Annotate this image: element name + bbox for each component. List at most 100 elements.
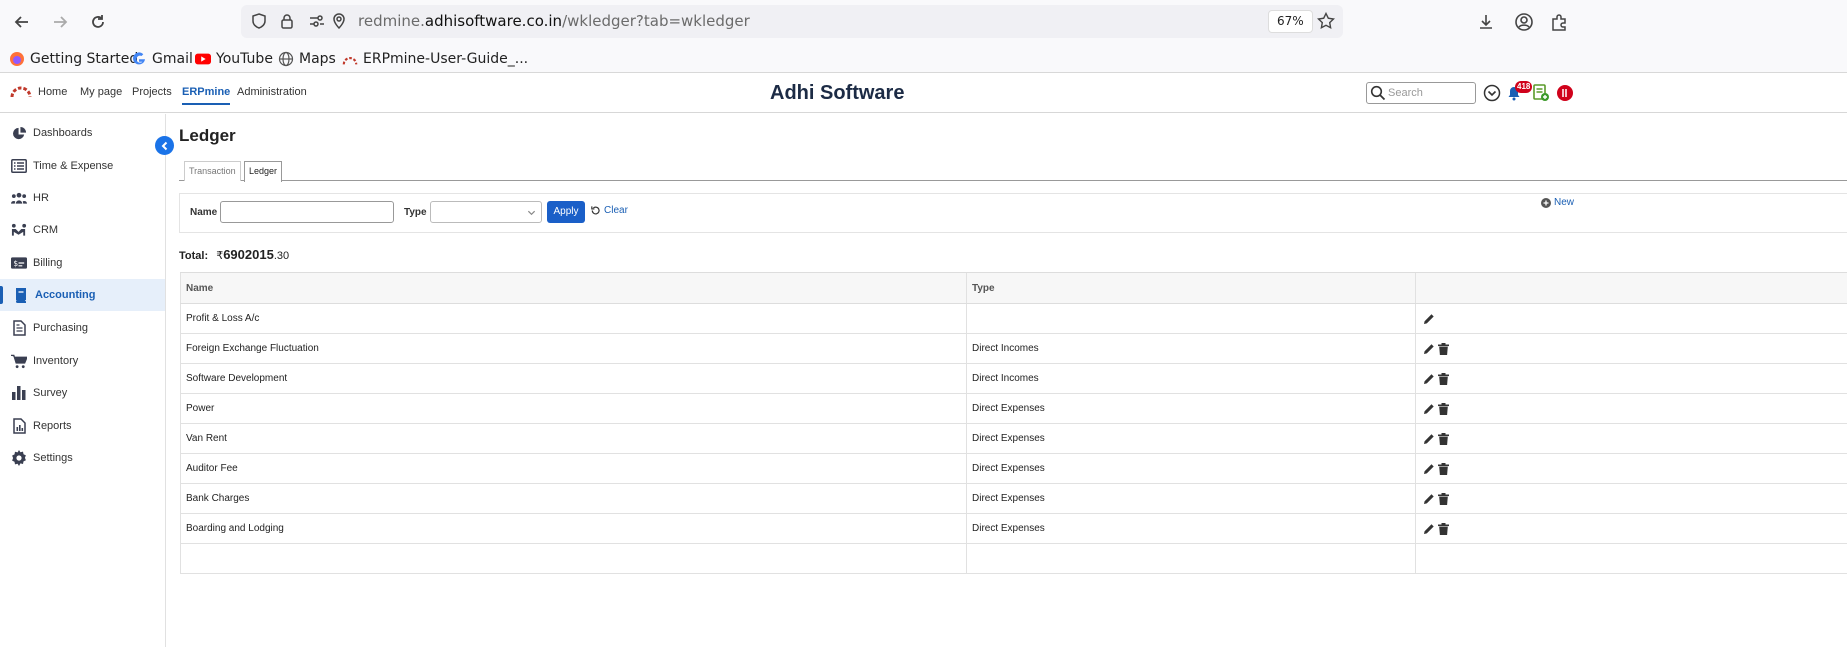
table-row — [180, 544, 1847, 574]
search-input[interactable] — [1388, 85, 1473, 101]
table-row: Software Development Direct Incomes — [180, 364, 1847, 394]
address-bar[interactable]: redmine.adhisoftware.co.in/wkledger?tab=… — [241, 5, 1343, 38]
sidebar-item-survey[interactable]: Survey — [0, 377, 165, 409]
total-amount: 6902015 — [223, 247, 274, 262]
cell-name: Power — [180, 394, 967, 423]
edit-icon[interactable] — [1422, 312, 1435, 325]
bookmark-youtube[interactable]: YouTube — [195, 49, 273, 69]
youtube-icon — [195, 51, 211, 67]
forward-icon[interactable] — [46, 8, 74, 36]
bookmark-gmail[interactable]: Gmail — [131, 49, 193, 69]
nav-administration[interactable]: Administration — [237, 86, 307, 98]
delete-icon[interactable] — [1437, 342, 1450, 355]
table-row: Auditor Fee Direct Expenses — [180, 454, 1847, 484]
edit-icon[interactable] — [1422, 342, 1435, 355]
edit-icon[interactable] — [1422, 402, 1435, 415]
name-filter-label: Name — [190, 207, 218, 218]
cell-actions — [1416, 544, 1847, 573]
new-ledger-link[interactable]: New — [1541, 197, 1574, 208]
extensions-icon[interactable] — [1548, 11, 1570, 33]
edit-icon[interactable] — [1422, 492, 1435, 505]
cell-name: Van Rent — [180, 424, 967, 453]
tab-transaction[interactable]: Transaction — [184, 161, 241, 181]
globe-icon — [278, 51, 294, 67]
download-icon[interactable] — [1475, 11, 1497, 33]
tab-bar: Transaction Ledger — [179, 160, 1847, 182]
nav-projects[interactable]: Projects — [132, 86, 172, 98]
bookmark-getting-started[interactable]: Getting Started — [9, 49, 138, 69]
cell-name: Software Development — [180, 364, 967, 393]
sidebar-item-time-expense[interactable]: Time & Expense — [0, 150, 165, 182]
apply-button[interactable]: Apply — [547, 201, 585, 223]
reload-icon — [591, 206, 600, 215]
chevron-down-circle-icon[interactable] — [1481, 82, 1503, 104]
bookmark-maps[interactable]: Maps — [278, 49, 336, 69]
ledger-table: Name Type Profit & Loss A/c Foreign Excha… — [180, 272, 1847, 574]
bookmark-star-icon[interactable] — [1317, 12, 1335, 30]
nav-my-page[interactable]: My page — [80, 86, 122, 98]
cart-icon — [11, 353, 27, 369]
sidebar-item-inventory[interactable]: Inventory — [0, 345, 165, 377]
back-icon[interactable] — [8, 8, 36, 36]
bookmarks-bar: Getting Started Gmail YouTube Maps ERPmi… — [0, 44, 1847, 73]
sidebar-item-crm[interactable]: CRM — [0, 214, 165, 246]
permissions-icon[interactable] — [308, 12, 326, 30]
cell-name: Foreign Exchange Fluctuation — [180, 334, 967, 363]
cell-type: Direct Expenses — [967, 514, 1416, 543]
nav-home[interactable]: Home — [38, 86, 67, 98]
sidebar-item-hr[interactable]: HR — [0, 182, 165, 214]
sidebar-item-dashboards[interactable]: Dashboards — [0, 117, 165, 149]
shield-icon[interactable] — [250, 12, 268, 30]
bar-chart-icon — [11, 385, 27, 401]
chevron-down-icon — [527, 210, 536, 216]
erpmine-logo-icon[interactable] — [10, 84, 32, 103]
reload-icon[interactable] — [84, 8, 112, 36]
sidebar-item-billing[interactable]: $ Billing — [0, 247, 165, 279]
nav-erpmine[interactable]: ERPmine — [182, 86, 231, 105]
url-text[interactable]: redmine.adhisoftware.co.in/wkledger?tab=… — [358, 12, 750, 30]
cell-name: Bank Charges — [180, 484, 967, 513]
clear-link[interactable]: Clear — [590, 205, 628, 216]
handshake-icon — [11, 222, 27, 238]
account-icon[interactable] — [1513, 11, 1535, 33]
cell-type: Direct Incomes — [967, 334, 1416, 363]
edit-icon[interactable] — [1422, 432, 1435, 445]
zoom-level-badge[interactable]: 67% — [1268, 10, 1313, 33]
cell-type: Direct Expenses — [967, 424, 1416, 453]
sidebar-item-accounting[interactable]: Accounting — [0, 279, 165, 311]
sidebar: Dashboards Time & Expense HR CRM $ Billi… — [0, 114, 166, 647]
timesheet-add-icon[interactable] — [1530, 82, 1552, 104]
sidebar-item-reports[interactable]: Reports — [0, 410, 165, 442]
name-filter-input[interactable] — [220, 201, 394, 223]
column-header-type[interactable]: Type — [967, 273, 1416, 303]
type-filter-label: Type — [404, 207, 427, 218]
table-row: Profit & Loss A/c — [180, 304, 1847, 334]
tab-ledger[interactable]: Ledger — [244, 161, 283, 182]
edit-icon[interactable] — [1422, 462, 1435, 475]
lock-icon[interactable] — [278, 12, 296, 30]
edit-icon[interactable] — [1422, 372, 1435, 385]
svg-text:$: $ — [13, 259, 18, 268]
bookmark-erpmine-user-guide[interactable]: ERPmine-User-Guide_... — [342, 49, 528, 69]
delete-icon[interactable] — [1437, 402, 1450, 415]
delete-icon[interactable] — [1437, 492, 1450, 505]
delete-icon[interactable] — [1437, 522, 1450, 535]
sidebar-collapse-button[interactable] — [155, 136, 174, 155]
gear-icon — [11, 450, 27, 466]
location-icon[interactable] — [330, 12, 348, 30]
column-header-actions — [1416, 273, 1847, 303]
timer-badge-icon[interactable] — [1553, 82, 1575, 104]
app-title: Adhi Software — [770, 82, 905, 104]
cell-type: Direct Expenses — [967, 394, 1416, 423]
type-filter-select[interactable] — [430, 201, 542, 223]
delete-icon[interactable] — [1437, 432, 1450, 445]
edit-icon[interactable] — [1422, 522, 1435, 535]
sidebar-item-purchasing[interactable]: Purchasing — [0, 312, 165, 344]
firefox-icon — [9, 51, 25, 67]
column-header-name[interactable]: Name — [180, 273, 967, 303]
search-box[interactable] — [1366, 82, 1476, 104]
delete-icon[interactable] — [1437, 462, 1450, 475]
document-icon — [11, 320, 27, 336]
sidebar-item-settings[interactable]: Settings — [0, 442, 165, 474]
delete-icon[interactable] — [1437, 372, 1450, 385]
